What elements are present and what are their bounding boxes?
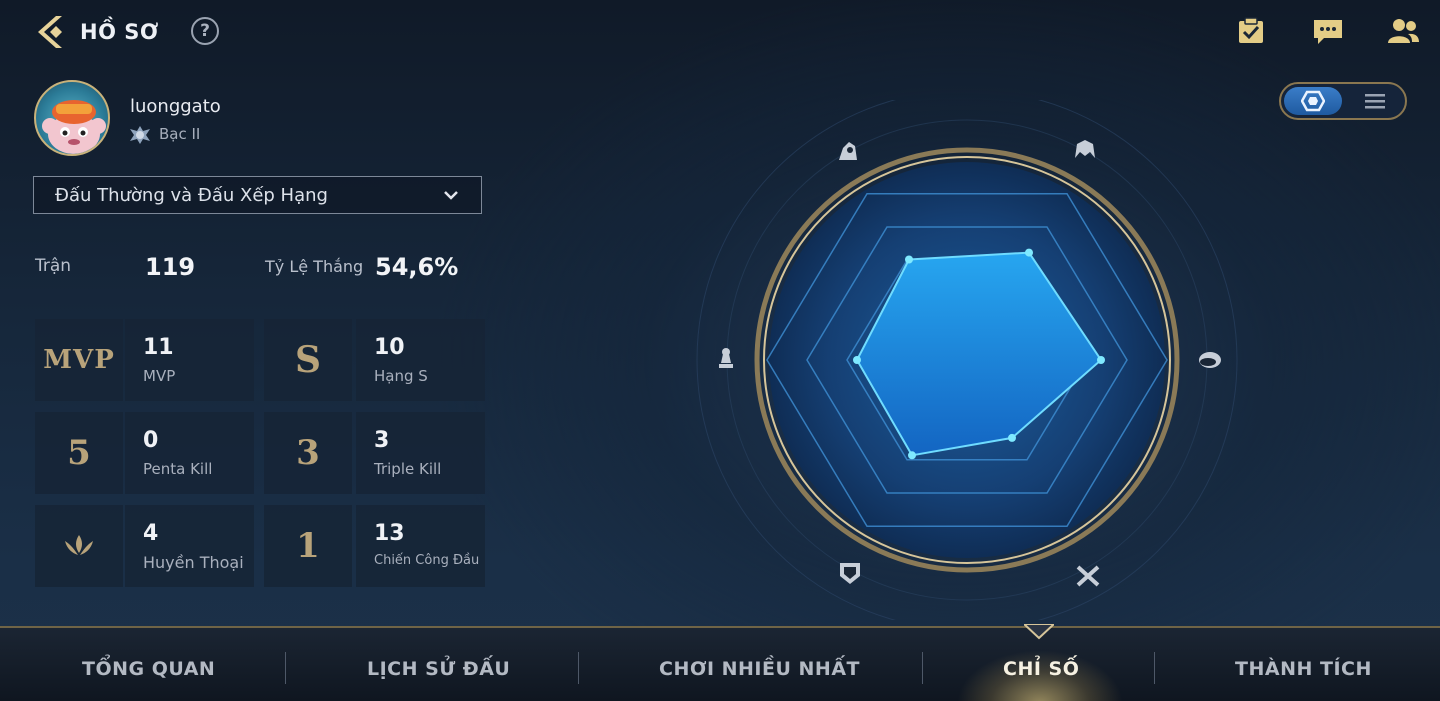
active-tab-marker-icon (1024, 624, 1054, 640)
tab-match-history[interactable]: LỊCH SỬ ĐẤU (367, 658, 510, 680)
stat-label: Huyền Thoại (143, 553, 244, 572)
mvp-icon: MVP (35, 319, 123, 401)
help-icon[interactable]: ? (191, 17, 219, 45)
username: luonggato (130, 96, 221, 117)
list-view-button[interactable] (1347, 87, 1403, 115)
support-icon (719, 348, 733, 368)
first-blood-icon: 1 (264, 505, 352, 587)
stat-tile-first-blood: 13 Chiến Công Đầu (356, 505, 485, 587)
radar-point (853, 356, 861, 364)
mode-select-value: Đấu Thường và Đấu Xếp Hạng (55, 185, 328, 206)
marksman-icon (1076, 565, 1100, 587)
tab-divider (578, 652, 579, 684)
stat-value: 3 (374, 428, 390, 453)
chat-icon[interactable] (1312, 16, 1344, 46)
page-title: HỒ SƠ (80, 20, 159, 44)
penta-kill-icon: 5 (35, 412, 123, 494)
s-rank-icon: S (264, 319, 352, 401)
stat-value: 0 (143, 428, 159, 453)
tab-overview[interactable]: TỔNG QUAN (82, 658, 215, 680)
mage-icon (1199, 352, 1221, 368)
list-icon (1365, 94, 1385, 109)
stat-label: Chiến Công Đầu (374, 553, 480, 568)
stat-tile-triple-kill: 3 Triple Kill (356, 412, 485, 494)
stat-tile-s-rank: 10 Hạng S (356, 319, 485, 401)
legendary-icon (35, 505, 123, 587)
back-icon[interactable] (34, 14, 66, 50)
bottom-tab-bar: TỔNG QUAN LỊCH SỬ ĐẤU CHƠI NHIỀU NHẤT CH… (0, 624, 1440, 701)
tab-achievements[interactable]: THÀNH TÍCH (1235, 658, 1372, 680)
silver-rank-icon (130, 126, 150, 144)
stat-label: MVP (143, 367, 176, 385)
radar-point (1097, 356, 1105, 364)
view-toggle[interactable] (1279, 82, 1407, 120)
stat-value: 13 (374, 521, 405, 546)
tab-divider (1154, 652, 1155, 684)
role-radar-chart (696, 100, 1238, 620)
stat-tile-legendary: 4 Huyền Thoại (125, 505, 254, 587)
stat-tile-penta-kill: 0 Penta Kill (125, 412, 254, 494)
winrate-label: Tỷ Lệ Thắng (265, 257, 364, 276)
triple-kill-icon: 3 (264, 412, 352, 494)
tab-most-played[interactable]: CHƠI NHIỀU NHẤT (659, 658, 860, 680)
hexagon-icon (1301, 90, 1325, 112)
friends-icon[interactable] (1386, 16, 1420, 46)
stat-label: Triple Kill (374, 460, 442, 478)
winrate-value: 54,6% (375, 253, 459, 281)
radar-point (908, 451, 916, 460)
assassin-icon (839, 142, 857, 160)
radar-point (1025, 248, 1033, 257)
chevron-down-icon (444, 191, 458, 200)
mode-select[interactable]: Đấu Thường và Đấu Xếp Hạng (33, 176, 482, 214)
stat-tile-mvp: 11 MVP (125, 319, 254, 401)
stat-label: Penta Kill (143, 460, 213, 478)
task-checklist-icon[interactable] (1236, 16, 1266, 46)
stat-value: 10 (374, 335, 405, 360)
rank-label: Bạc II (159, 125, 201, 143)
avatar[interactable] (34, 80, 110, 156)
stat-value: 11 (143, 335, 174, 360)
tab-divider (285, 652, 286, 684)
matches-value: 119 (145, 253, 196, 281)
stat-label: Hạng S (374, 367, 428, 385)
stat-value: 4 (143, 521, 159, 546)
matches-label: Trận (35, 256, 72, 276)
radar-point (1008, 433, 1016, 442)
tab-divider (922, 652, 923, 684)
radar-view-button[interactable] (1284, 87, 1342, 115)
tank-icon (840, 563, 860, 584)
radar-point (905, 255, 913, 264)
tab-stats[interactable]: CHỈ SỐ (1003, 658, 1079, 680)
